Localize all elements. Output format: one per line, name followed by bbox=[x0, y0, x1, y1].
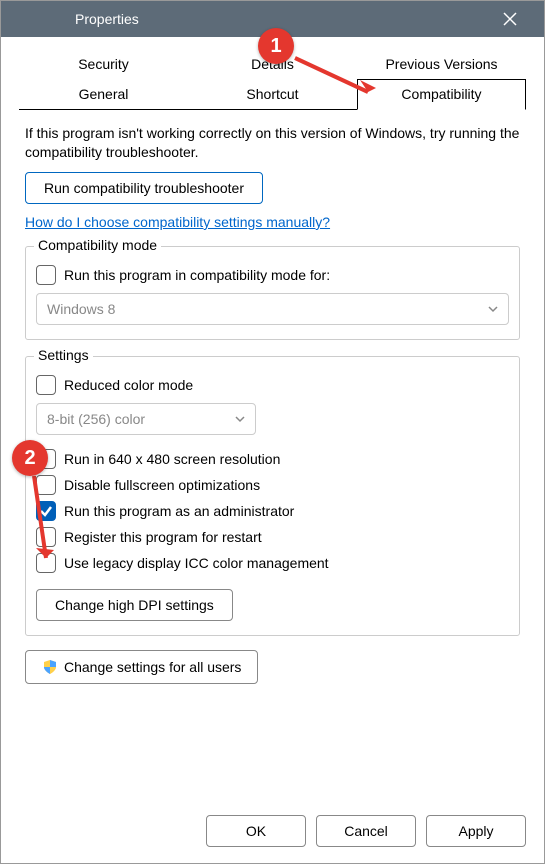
legacy-icc-row: Use legacy display ICC color management bbox=[36, 553, 509, 573]
run-as-admin-label: Run this program as an administrator bbox=[64, 503, 294, 519]
group-title-compat: Compatibility mode bbox=[34, 237, 161, 253]
run-troubleshooter-button[interactable]: Run compatibility troubleshooter bbox=[25, 172, 263, 204]
compat-mode-select[interactable]: Windows 8 bbox=[36, 293, 509, 325]
ok-button[interactable]: OK bbox=[206, 815, 306, 847]
reduced-color-checkbox[interactable] bbox=[36, 375, 56, 395]
annotation-arrow-1 bbox=[290, 48, 390, 108]
disable-fullscreen-label: Disable fullscreen optimizations bbox=[64, 477, 260, 493]
tab-body: If this program isn't working correctly … bbox=[19, 110, 526, 793]
content-area: Security Details Previous Versions Gener… bbox=[1, 37, 544, 803]
help-link[interactable]: How do I choose compatibility settings m… bbox=[25, 214, 330, 230]
chevron-down-icon bbox=[235, 414, 245, 424]
disable-fullscreen-row: Disable fullscreen optimizations bbox=[36, 475, 509, 495]
run-as-admin-row: Run this program as an administrator bbox=[36, 501, 509, 521]
annotation-badge-2: 2 bbox=[12, 440, 48, 476]
settings-group: Settings Reduced color mode 8-bit (256) … bbox=[25, 356, 520, 636]
low-res-row: Run in 640 x 480 screen resolution bbox=[36, 449, 509, 469]
compat-mode-label: Run this program in compatibility mode f… bbox=[64, 267, 330, 283]
chevron-down-icon bbox=[488, 304, 498, 314]
cancel-button[interactable]: Cancel bbox=[316, 815, 416, 847]
compat-mode-select-value: Windows 8 bbox=[47, 301, 115, 317]
compatibility-mode-group: Compatibility mode Run this program in c… bbox=[25, 246, 520, 340]
color-mode-select[interactable]: 8-bit (256) color bbox=[36, 403, 256, 435]
close-icon bbox=[503, 12, 517, 26]
color-mode-select-value: 8-bit (256) color bbox=[47, 411, 145, 427]
group-title-settings: Settings bbox=[34, 347, 93, 363]
legacy-icc-label: Use legacy display ICC color management bbox=[64, 555, 329, 571]
window-title: Properties bbox=[15, 11, 139, 27]
change-all-users-label: Change settings for all users bbox=[64, 659, 241, 675]
close-button[interactable] bbox=[490, 1, 530, 37]
compat-mode-row: Run this program in compatibility mode f… bbox=[36, 265, 509, 285]
reduced-color-row: Reduced color mode bbox=[36, 375, 509, 395]
shield-icon bbox=[42, 659, 58, 675]
annotation-arrow-2 bbox=[20, 470, 70, 580]
low-res-label: Run in 640 x 480 screen resolution bbox=[64, 451, 280, 467]
dialog-footer: OK Cancel Apply bbox=[1, 803, 544, 863]
change-dpi-button[interactable]: Change high DPI settings bbox=[36, 589, 233, 621]
properties-window: Properties Security Details Previous Ver… bbox=[0, 0, 545, 864]
compat-mode-checkbox[interactable] bbox=[36, 265, 56, 285]
intro-text: If this program isn't working correctly … bbox=[25, 124, 520, 162]
tab-general[interactable]: General bbox=[19, 79, 188, 109]
reduced-color-label: Reduced color mode bbox=[64, 377, 193, 393]
change-all-users-button[interactable]: Change settings for all users bbox=[25, 650, 258, 684]
annotation-badge-1: 1 bbox=[258, 28, 294, 64]
register-restart-label: Register this program for restart bbox=[64, 529, 262, 545]
apply-button[interactable]: Apply bbox=[426, 815, 526, 847]
register-restart-row: Register this program for restart bbox=[36, 527, 509, 547]
tab-security[interactable]: Security bbox=[19, 49, 188, 79]
